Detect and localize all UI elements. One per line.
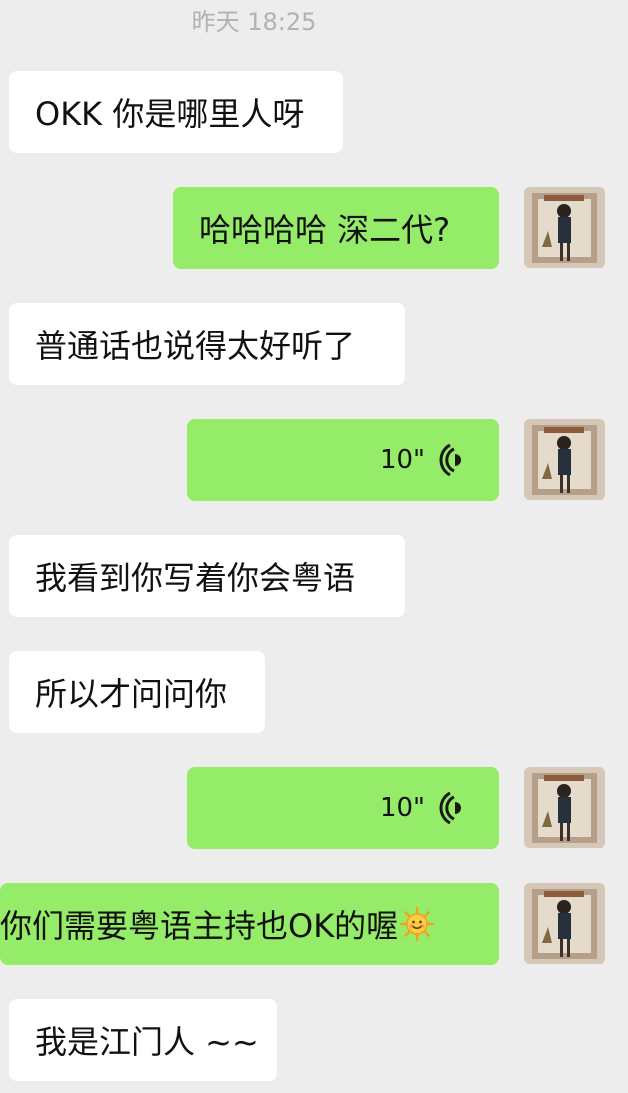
user-avatar[interactable] <box>524 187 605 268</box>
user-avatar[interactable] <box>524 767 605 848</box>
incoming-message-bubble[interactable]: 我看到你写着你会粤语 <box>9 535 405 617</box>
outgoing-voice-message[interactable]: 10" <box>187 767 499 849</box>
message-text: 你们需要粤语主持也OK的喔 <box>0 907 399 945</box>
avatar-photo-icon <box>524 187 605 268</box>
incoming-message-bubble[interactable]: OKK 你是哪里人呀 <box>9 71 343 153</box>
message-text: 我看到你写着你会粤语 <box>35 559 356 597</box>
message-timestamp: 昨天 18:25 <box>191 8 317 36</box>
voice-duration: 10" <box>379 445 425 475</box>
chat-view: 昨天 18:25 OKK 你是哪里人呀 哈哈哈哈 深二代? 普通话也说得太好听了… <box>0 0 628 1093</box>
user-avatar[interactable] <box>524 419 605 500</box>
incoming-message-bubble[interactable]: 我是江门人 ~~ <box>9 999 277 1081</box>
incoming-message-bubble[interactable]: 所以才问问你 <box>9 651 265 733</box>
voice-wave-icon <box>439 444 461 476</box>
message-text: OKK 你是哪里人呀 <box>35 95 305 133</box>
user-avatar[interactable] <box>524 883 605 964</box>
outgoing-message-bubble[interactable]: 哈哈哈哈 深二代? <box>173 187 499 269</box>
message-text: 哈哈哈哈 深二代? <box>199 211 451 249</box>
avatar-photo-icon <box>524 419 605 500</box>
incoming-message-bubble[interactable]: 普通话也说得太好听了 <box>9 303 405 385</box>
avatar-photo-icon <box>524 883 605 964</box>
message-text: 所以才问问你 <box>35 675 228 713</box>
outgoing-message-bubble[interactable]: 你们需要粤语主持也OK的喔 <box>0 883 499 965</box>
message-text: 我是江门人 ~~ <box>35 1023 259 1061</box>
sun-smile-emoji-icon <box>400 907 435 941</box>
voice-duration: 10" <box>379 793 425 823</box>
message-text: 普通话也说得太好听了 <box>35 327 356 365</box>
avatar-photo-icon <box>524 767 605 848</box>
voice-wave-icon <box>439 792 461 824</box>
outgoing-voice-message[interactable]: 10" <box>187 419 499 501</box>
